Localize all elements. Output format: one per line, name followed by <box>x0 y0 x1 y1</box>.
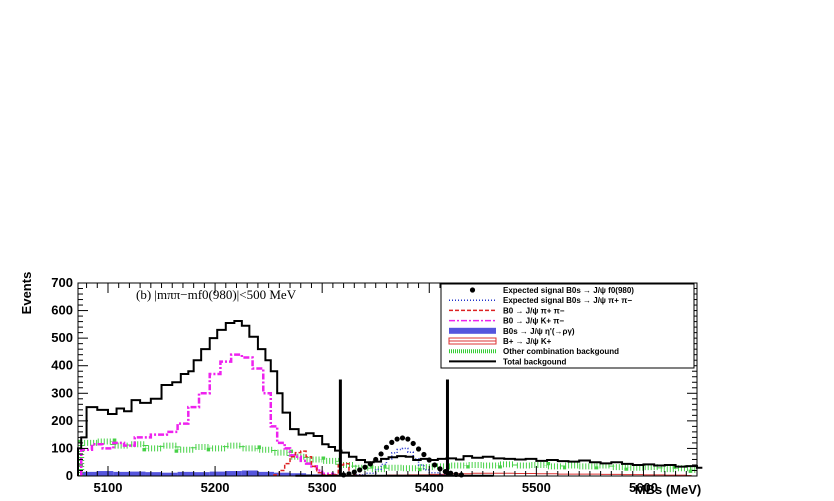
signal-marker <box>362 464 368 470</box>
legend-label: B0 → J/ψ K+ π− <box>503 317 564 326</box>
signal-marker <box>437 466 443 472</box>
y-tick-label: 100 <box>51 440 73 455</box>
eta-prime-bar <box>209 471 226 476</box>
signal-marker <box>394 436 400 442</box>
legend: Expected signal B0s → J/ψ f0(980)Expecte… <box>440 283 695 369</box>
signal-marker <box>383 444 390 450</box>
eta-prime-bar <box>113 471 130 476</box>
signal-marker <box>410 440 416 447</box>
x-tick-label: 5300 <box>308 480 337 495</box>
legend-key <box>469 287 476 293</box>
x-tick-label: 5400 <box>415 480 444 495</box>
legend-label: Expected signal B0s → J/ψ f0(980) <box>503 286 634 295</box>
signal-marker <box>357 467 363 473</box>
legend-label: Other combination backgound <box>503 347 619 356</box>
signal-marker <box>426 457 432 463</box>
legend-label: B0 → J/ψ π+ π− <box>503 306 565 315</box>
signal-marker <box>421 451 427 458</box>
y-tick-label: 0 <box>66 468 73 483</box>
y-tick-label: 400 <box>51 358 73 373</box>
x-tick-label: 5100 <box>94 480 123 495</box>
legend-label: Total backgound <box>503 357 567 366</box>
signal-marker <box>399 435 406 441</box>
signal-marker <box>373 456 379 463</box>
y-tick-label: 500 <box>51 330 73 345</box>
y-tick-label: 300 <box>51 385 73 400</box>
signal-marker <box>432 462 438 468</box>
signal-marker <box>389 439 395 445</box>
eta-prime-bar <box>129 471 146 476</box>
y-tick-label: 200 <box>51 413 73 428</box>
signal-marker <box>415 446 422 452</box>
x-tick-label: 5200 <box>201 480 230 495</box>
signal-marker <box>378 451 384 457</box>
eta-prime-bar <box>177 471 194 476</box>
x-axis-title: MBs (MeV) <box>635 482 701 497</box>
y-tick-label: 600 <box>51 303 73 318</box>
signal-marker <box>367 461 373 467</box>
legend-label: B+ → J/ψ K+ <box>503 337 552 346</box>
y-axis-title: Events <box>19 272 34 315</box>
eta-prime-bar <box>145 472 162 476</box>
eta-prime-bar <box>193 472 210 476</box>
histogram-chart: 5100 5200 5300 5400 5500 56000100200300400500… <box>19 272 703 497</box>
legend-key <box>449 327 496 334</box>
bzero-kpi-series <box>79 353 339 477</box>
signal-marker <box>405 436 411 442</box>
eta-prime-bar <box>241 470 258 476</box>
legend-label: B0s → J/ψ η'(→ργ) <box>503 327 575 336</box>
selection-annotation: (b) |mππ−mf0(980)|<500 MeV <box>136 287 297 302</box>
legend-label: Expected signal B0s → J/ψ π+ π− <box>503 296 632 305</box>
y-tick-label: 700 <box>51 275 73 290</box>
eta-prime-bar <box>225 471 242 476</box>
eta-prime-bar <box>97 471 114 476</box>
bzero-pipi-series <box>273 450 366 477</box>
eta-prime-bar <box>257 471 274 476</box>
x-tick-label: 5500 <box>522 480 551 495</box>
